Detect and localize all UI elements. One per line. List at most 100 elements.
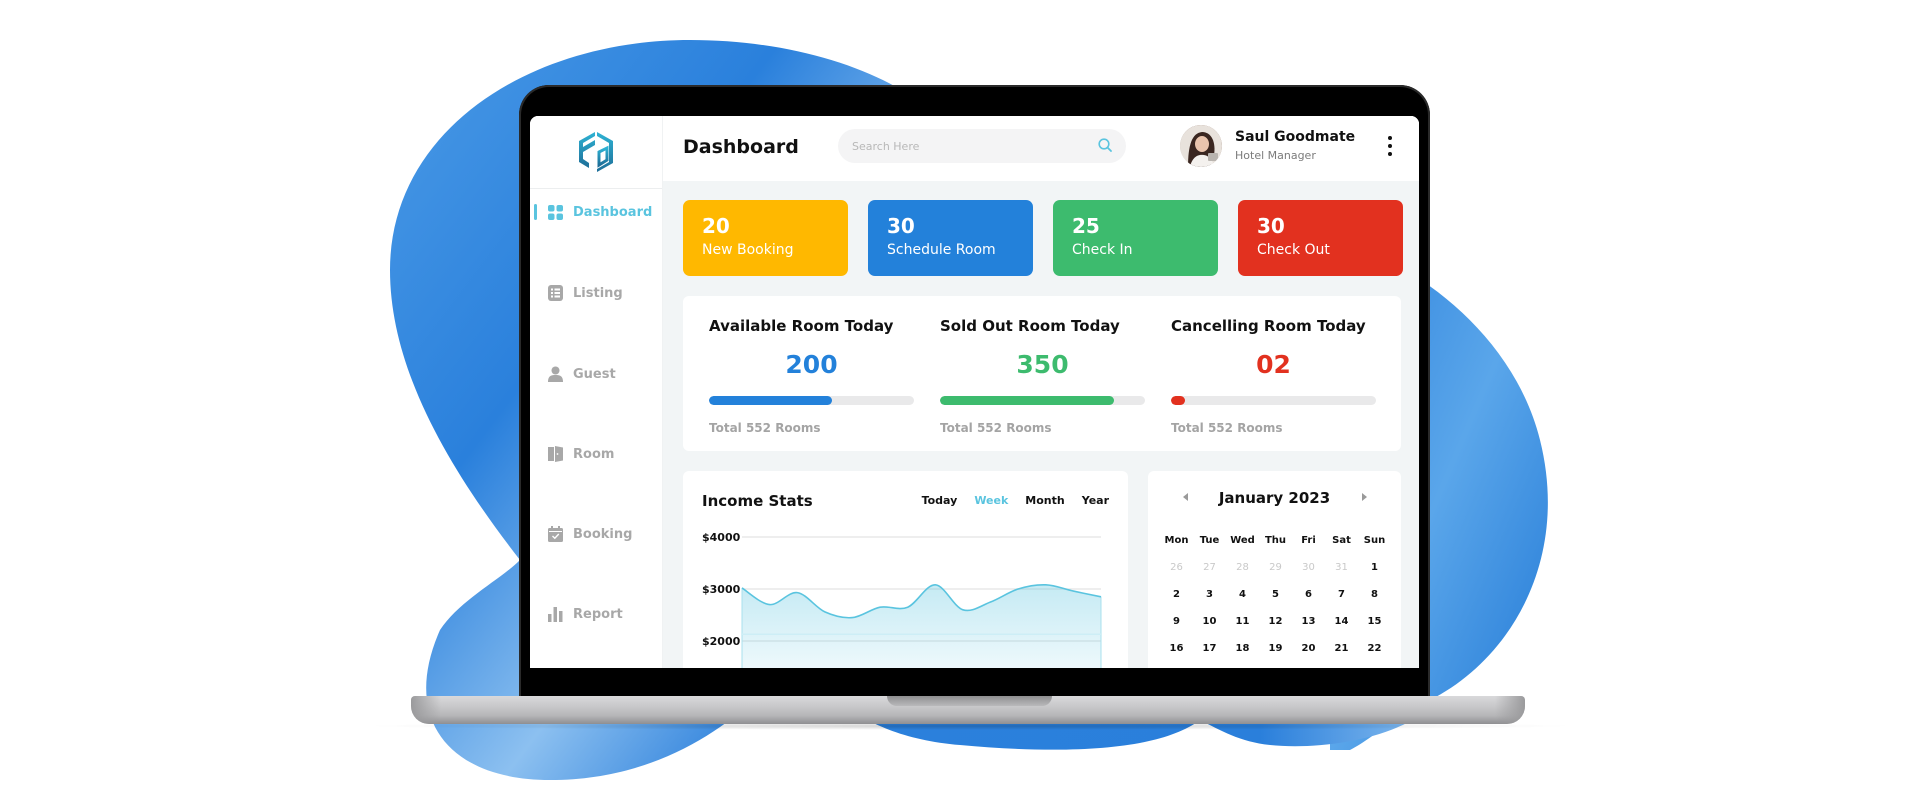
calendar-day[interactable]: 22 [1358,643,1391,654]
room-progress-bar [940,396,1145,405]
search-bar [838,129,1126,163]
room-stat-title: Cancelling Room Today [1171,317,1366,335]
search-icon[interactable] [1098,137,1112,156]
calendar-day[interactable]: 26 [1160,562,1193,573]
room-stat-value: 02 [1256,350,1291,379]
income-stats-title: Income Stats [702,492,813,510]
laptop-notch [887,696,1052,706]
sidebar-item-booking[interactable]: Booking [530,522,663,546]
calendar-day[interactable]: 21 [1325,643,1358,654]
room-stat-total: Total 552 Rooms [1171,421,1283,435]
page-title: Dashboard [683,136,799,158]
room-stat-available: Available Room Today 200 Total 552 Rooms [709,296,914,451]
sidebar-item-dashboard[interactable]: Dashboard [530,200,663,224]
stat-card-schedule-room[interactable]: 30 Schedule Room [868,200,1033,276]
user-icon [547,366,563,382]
avatar[interactable] [1180,125,1222,167]
calendar-day[interactable]: 29 [1259,562,1292,573]
calendar-day[interactable]: 30 [1292,562,1325,573]
calendar-header: January 2023 [1148,489,1401,509]
weekday-label: Sat [1332,535,1351,546]
sidebar-item-label: Report [573,606,623,622]
room-progress-fill [709,396,832,405]
calendar-day[interactable]: 2 [1160,589,1193,600]
stat-value: 25 [1072,214,1100,238]
sidebar-item-label: Guest [573,366,616,382]
weekday-label: Fri [1301,535,1316,546]
calendar-day[interactable]: 31 [1325,562,1358,573]
room-stat-sold-out: Sold Out Room Today 350 Total 552 Rooms [940,296,1145,451]
stat-label: Schedule Room [887,242,996,258]
calendar-week-row: 26 27 28 29 30 31 1 [1160,554,1392,581]
sidebar-item-label: Listing [573,285,623,301]
income-stats-panel: Income Stats Today Week Month Year $4000… [683,471,1128,668]
laptop-base [411,696,1525,724]
main-content: Dashboard Saul Goodmate Hotel Manager [663,116,1419,668]
calendar-panel: January 2023 Mon Tue Wed Thu Fri Sat Sun 26 27 28… [1148,471,1401,668]
room-progress-fill [940,396,1115,405]
room-progress-bar [709,396,914,405]
list-icon [547,285,563,301]
stat-card-check-out[interactable]: 30 Check Out [1238,200,1403,276]
stat-label: Check In [1072,242,1133,258]
tab-month[interactable]: Month [1025,494,1064,507]
active-indicator [534,204,537,220]
stat-card-check-in[interactable]: 25 Check In [1053,200,1218,276]
room-stat-title: Available Room Today [709,317,894,335]
sidebar-item-label: Dashboard [573,204,653,220]
room-stat-total: Total 552 Rooms [940,421,1052,435]
sidebar-item-room[interactable]: Room [530,442,663,466]
weekday-label: Wed [1230,535,1255,546]
weekday-row: Mon Tue Wed Thu Fri Sat Sun [1160,527,1392,554]
calendar-week-row: 2345678 [1160,581,1392,608]
top-bar: Dashboard Saul Goodmate Hotel Manager [663,116,1419,181]
calendar-day[interactable]: 3 [1193,589,1226,600]
door-icon [547,446,563,462]
more-options-icon[interactable] [1385,136,1395,156]
calendar-week-row: 16 17 18 19 20 21 22 [1160,635,1392,662]
calendar-day[interactable]: 4 [1226,589,1259,600]
room-stat-value: 350 [1016,350,1069,379]
calendar-day[interactable]: 9 [1160,616,1193,627]
chevron-right-icon[interactable] [1362,493,1367,501]
sidebar-item-listing[interactable]: Listing [530,281,663,305]
calendar-day[interactable]: 12 [1259,616,1292,627]
calendar-day[interactable]: 8 [1358,589,1391,600]
calendar-grid: Mon Tue Wed Thu Fri Sat Sun 26 27 28 29 30 31 1 2 3 4 5 6 7… [1160,527,1392,662]
tab-today[interactable]: Today [922,494,958,507]
calendar-day[interactable]: 15 [1358,616,1391,627]
stat-value: 20 [702,214,730,238]
sidebar-item-report[interactable]: Report [530,602,663,626]
weekday-label: Thu [1264,535,1287,546]
calendar-day[interactable]: 10 [1193,616,1226,627]
calendar-day[interactable]: 19 [1259,643,1292,654]
calendar-day[interactable]: 18 [1226,643,1259,654]
calendar-day[interactable]: 27 [1193,562,1226,573]
sidebar-item-guest[interactable]: Guest [530,362,663,386]
logo[interactable] [530,116,662,189]
tab-week[interactable]: Week [974,494,1008,507]
calendar-day[interactable]: 16 [1160,643,1193,654]
y-tick-label: $2000 [702,635,741,648]
y-tick-label: $3000 [702,583,741,596]
calendar-day[interactable]: 13 [1292,616,1325,627]
sidebar-item-label: Room [573,446,615,462]
calendar-day[interactable]: 5 [1259,589,1292,600]
income-chart: $4000 $3000 $2000 [702,531,1102,668]
calendar-day[interactable]: 1 [1358,562,1391,573]
bar-chart-icon [547,606,563,622]
calendar-day[interactable]: 6 [1292,589,1325,600]
tab-year[interactable]: Year [1082,494,1109,507]
calendar-day[interactable]: 7 [1325,589,1358,600]
calendar-week-row: 9 10 11 12 13 14 15 [1160,608,1392,635]
calendar-day[interactable]: 17 [1193,643,1226,654]
calendar-day[interactable]: 11 [1226,616,1259,627]
user-name: Saul Goodmate [1235,129,1356,145]
stat-value: 30 [1257,214,1285,238]
search-input[interactable] [852,139,1098,153]
stat-card-new-booking[interactable]: 20 New Booking [683,200,848,276]
calendar-day[interactable]: 28 [1226,562,1259,573]
calendar-day[interactable]: 20 [1292,643,1325,654]
weekday-label: Mon [1164,535,1189,546]
calendar-day[interactable]: 14 [1325,616,1358,627]
